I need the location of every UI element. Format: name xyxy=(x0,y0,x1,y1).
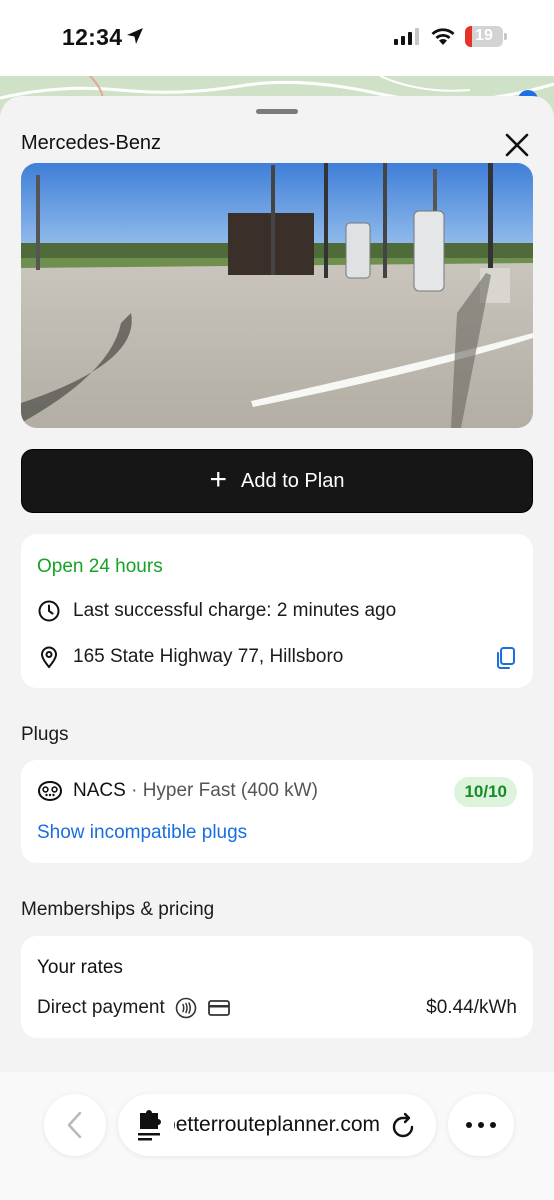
your-rates-label: Your rates xyxy=(37,957,123,978)
add-to-plan-label: Add to Plan xyxy=(241,469,345,492)
clock-icon xyxy=(38,600,60,622)
location-arrow-icon xyxy=(127,28,143,44)
more-dot-icon xyxy=(466,1122,472,1128)
sheet-drag-handle[interactable] xyxy=(256,109,298,114)
close-icon[interactable] xyxy=(500,128,534,162)
extension-icon xyxy=(138,1110,161,1141)
payment-method-label: Direct payment xyxy=(37,997,165,1018)
credit-card-icon xyxy=(207,1000,230,1016)
plug-item[interactable]: NACS · Hyper Fast (400 kW) xyxy=(37,780,318,802)
battery-level: 19 xyxy=(475,27,493,44)
payment-method-row: Direct payment xyxy=(37,997,231,1019)
status-time: 12:34 xyxy=(62,24,123,50)
browser-back-button[interactable] xyxy=(44,1094,106,1156)
plus-icon: + xyxy=(209,462,228,496)
pricing-card: Your rates Direct payment $0.44/kWh xyxy=(21,936,533,1038)
url-text: abetterrouteplanner.com xyxy=(174,1113,380,1136)
plugs-card: NACS · Hyper Fast (400 kW) 10/10 Show in… xyxy=(21,760,533,863)
more-options-button[interactable] xyxy=(448,1094,514,1156)
map-pin-icon xyxy=(40,646,58,669)
chevron-left-icon xyxy=(67,1111,82,1139)
plug-name: NACS xyxy=(73,780,126,801)
plug-speed: Hyper Fast (400 kW) xyxy=(142,780,318,801)
show-incompatible-plugs-link[interactable]: Show incompatible plugs xyxy=(37,822,247,844)
last-charge-text: Last successful charge: 2 minutes ago xyxy=(73,600,397,621)
nacs-connector-icon xyxy=(37,780,63,802)
last-charge-row: Last successful charge: 2 minutes ago xyxy=(37,599,396,623)
contactless-icon xyxy=(175,997,197,1019)
browser-toolbar: abetterrouteplanner.com xyxy=(0,1072,554,1200)
address-text: 165 State Highway 77, Hillsboro xyxy=(73,646,344,667)
price-per-kwh: $0.44/kWh xyxy=(426,997,517,1018)
plugs-section-title: Plugs xyxy=(21,724,69,745)
address-bar[interactable]: abetterrouteplanner.com xyxy=(118,1094,436,1156)
address-row[interactable]: 165 State Highway 77, Hillsboro xyxy=(37,645,343,669)
station-name: Mercedes-Benz xyxy=(21,132,162,154)
status-bar: 12:34 19 xyxy=(0,0,554,76)
opening-hours: Open 24 hours xyxy=(37,556,163,577)
station-photo[interactable] xyxy=(21,163,533,428)
more-dot-icon xyxy=(478,1122,484,1128)
copy-icon[interactable] xyxy=(494,646,516,670)
cellular-signal-icon xyxy=(394,28,419,45)
station-sheet: Mercedes-Benz + Add to Plan Open 24 hour… xyxy=(0,96,554,1076)
add-to-plan-button[interactable]: + Add to Plan xyxy=(21,449,533,513)
pricing-section-title: Memberships & pricing xyxy=(21,899,215,920)
battery-icon: 19 xyxy=(465,26,503,47)
wifi-icon xyxy=(431,28,455,45)
plug-separator: · xyxy=(131,780,138,801)
reload-icon[interactable] xyxy=(390,1110,418,1140)
more-dot-icon xyxy=(490,1122,496,1128)
availability-badge: 10/10 xyxy=(454,777,517,807)
station-info-card: Open 24 hours Last successful charge: 2 … xyxy=(21,534,533,688)
